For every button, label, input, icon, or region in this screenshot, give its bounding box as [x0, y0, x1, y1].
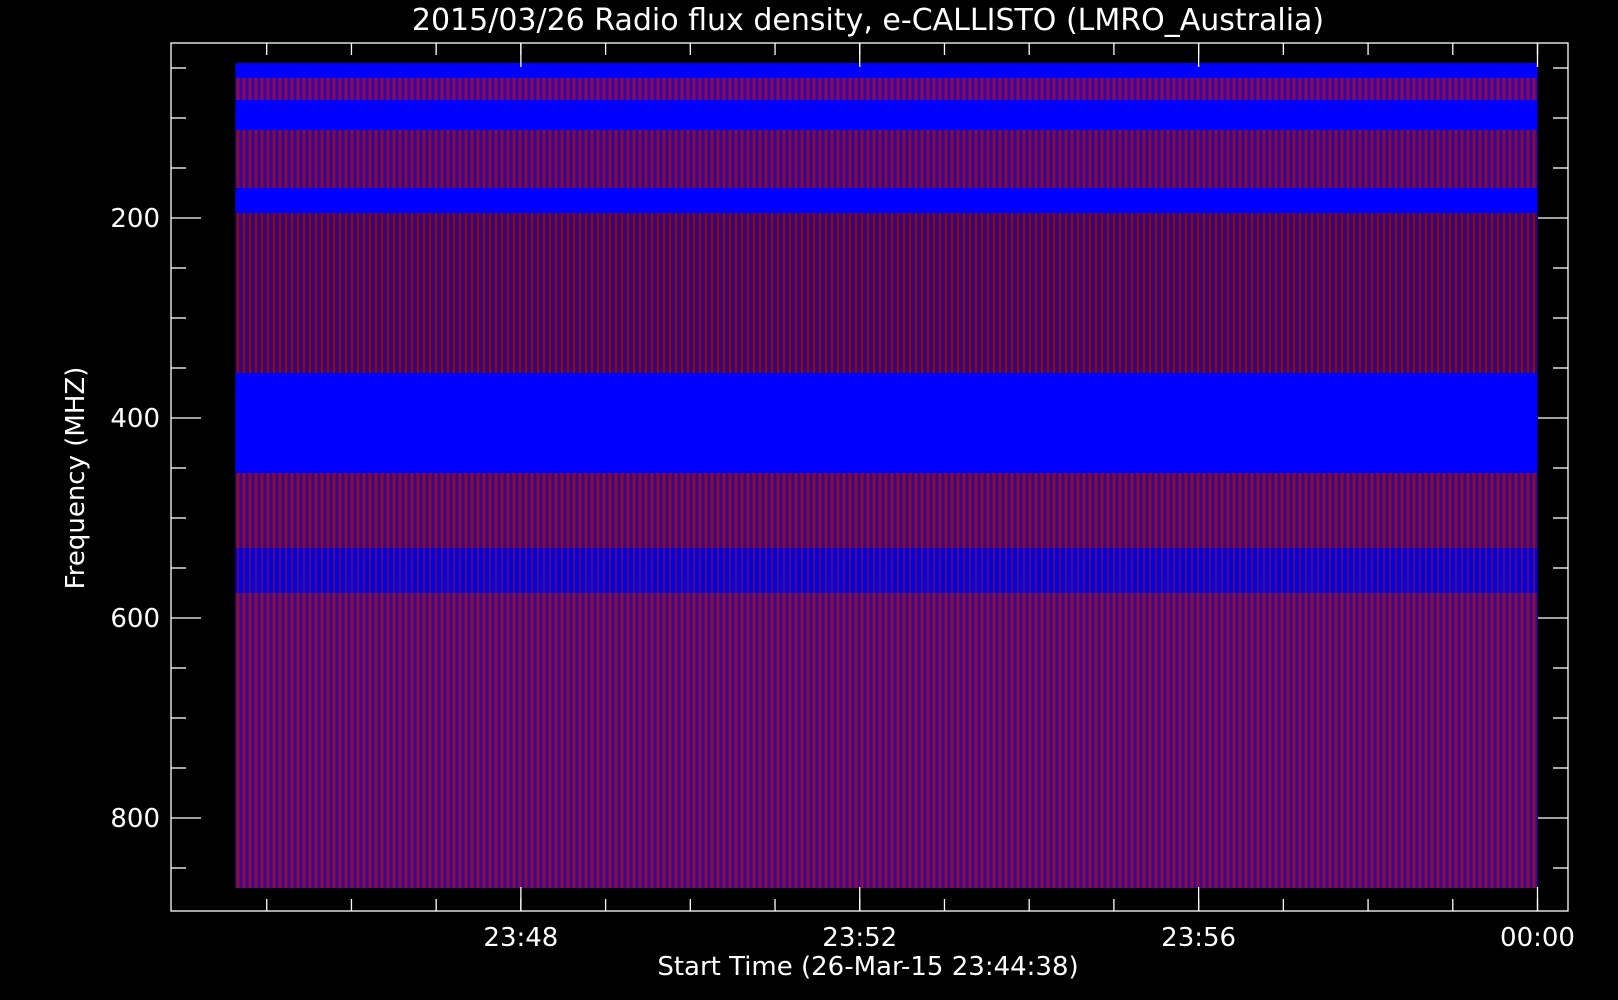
- x-tick-label: 23:56: [1161, 923, 1236, 953]
- y-tick-label: 600: [110, 604, 160, 634]
- heatmap-band-texture: [235, 213, 1538, 373]
- heatmap-band-texture: [235, 548, 1538, 593]
- heatmap-image: [235, 63, 1538, 888]
- heatmap-band-texture: [235, 473, 1538, 548]
- y-axis-label: Frequency (MHZ): [61, 367, 91, 590]
- heatmap-band: [235, 188, 1538, 213]
- spectrogram-chart: 2015/03/26 Radio flux density, e-CALLIST…: [0, 0, 1618, 1000]
- heatmap-band: [235, 373, 1538, 473]
- heatmap-band: [235, 63, 1538, 78]
- x-axis-label: Start Time (26-Mar-15 23:44:38): [657, 952, 1078, 982]
- heatmap-band-texture: [235, 593, 1538, 888]
- x-tick-label: 23:52: [822, 923, 897, 953]
- y-tick-label: 800: [110, 804, 160, 834]
- chart-title: 2015/03/26 Radio flux density, e-CALLIST…: [412, 3, 1324, 38]
- x-tick-label: 00:00: [1500, 923, 1575, 953]
- x-tick-label: 23:48: [483, 923, 558, 953]
- heatmap-band-texture: [235, 130, 1538, 188]
- heatmap-band-texture: [235, 78, 1538, 100]
- heatmap-band: [235, 100, 1538, 130]
- y-tick-label: 200: [110, 204, 160, 234]
- y-tick-label: 400: [110, 404, 160, 434]
